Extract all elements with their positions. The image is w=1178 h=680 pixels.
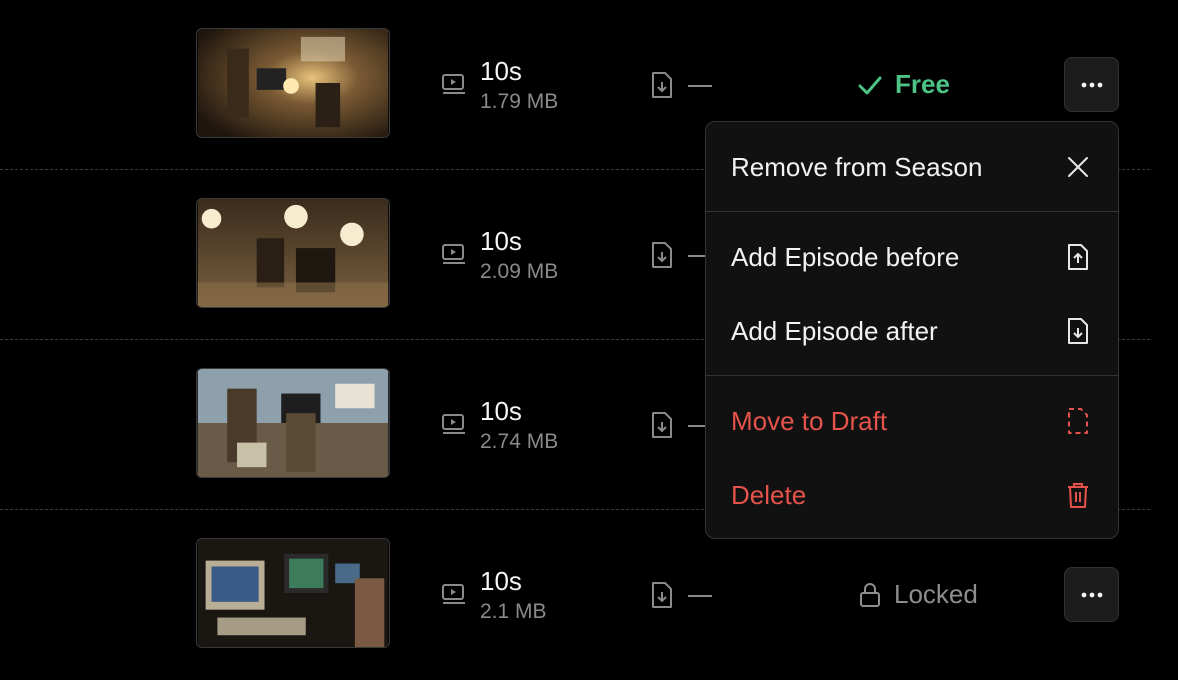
menu-item-label: Remove from Season [731, 151, 983, 182]
dashed-file-icon [1068, 408, 1088, 434]
thumbnail-image [197, 199, 389, 307]
file-download-icon[interactable] [650, 581, 674, 609]
trash-icon [1068, 483, 1088, 508]
menu-item-label: Delete [731, 479, 807, 510]
thumbnail-image [197, 539, 389, 647]
video-icon [442, 414, 465, 434]
episode-thumbnail[interactable] [196, 28, 390, 138]
video-icon [442, 74, 465, 94]
more-horizontal-icon [1081, 82, 1102, 87]
episode-duration: 10s [480, 226, 522, 256]
check-icon [858, 76, 882, 94]
menu-item-label: Add Episode before [731, 241, 960, 272]
episode-duration: 10s [480, 566, 522, 596]
file-download-icon[interactable] [650, 71, 674, 99]
menu-item-label: Move to Draft [731, 405, 888, 436]
empty-value-dash [688, 595, 712, 597]
episode-thumbnail[interactable] [196, 198, 390, 308]
more-options-button[interactable] [1064, 567, 1119, 622]
episode-size: 2.1 MB [480, 600, 547, 623]
status-badge-locked: Locked [858, 579, 978, 610]
thumbnail-image [197, 369, 389, 477]
episode-thumbnail[interactable] [196, 538, 390, 648]
thumbnail-image [197, 29, 389, 137]
menu-divider [706, 375, 1118, 376]
status-badge-free: Free [857, 69, 950, 100]
episode-duration: 10s [480, 56, 522, 86]
file-download-icon[interactable] [650, 411, 674, 439]
episode-size: 2.09 MB [480, 260, 559, 283]
menu-item-delete[interactable]: Delete [706, 458, 1118, 532]
more-horizontal-icon [1081, 592, 1102, 597]
file-download-icon[interactable] [650, 241, 674, 269]
file-upload-icon [1068, 244, 1088, 270]
video-icon [442, 584, 465, 604]
episode-size: 2.74 MB [480, 430, 559, 453]
empty-value-dash [688, 85, 712, 87]
file-download-icon [1068, 318, 1088, 344]
menu-divider [706, 211, 1118, 212]
status-label: Free [895, 69, 950, 99]
episode-size: 1.79 MB [480, 90, 559, 113]
menu-item-add-episode-after[interactable]: Add Episode after [706, 294, 1118, 368]
video-icon [442, 244, 465, 264]
more-options-button[interactable] [1064, 57, 1119, 112]
close-icon [1068, 157, 1088, 177]
menu-item-remove-from-season[interactable]: Remove from Season [706, 130, 1118, 204]
episode-context-menu: Remove from Season Add Episode before Ad… [705, 121, 1119, 539]
lock-icon [860, 582, 880, 607]
menu-item-add-episode-before[interactable]: Add Episode before [706, 220, 1118, 294]
menu-item-label: Add Episode after [731, 315, 938, 346]
episode-thumbnail[interactable] [196, 368, 390, 478]
episode-duration: 10s [480, 396, 522, 426]
status-label: Locked [894, 579, 978, 609]
menu-item-move-to-draft[interactable]: Move to Draft [706, 384, 1118, 458]
